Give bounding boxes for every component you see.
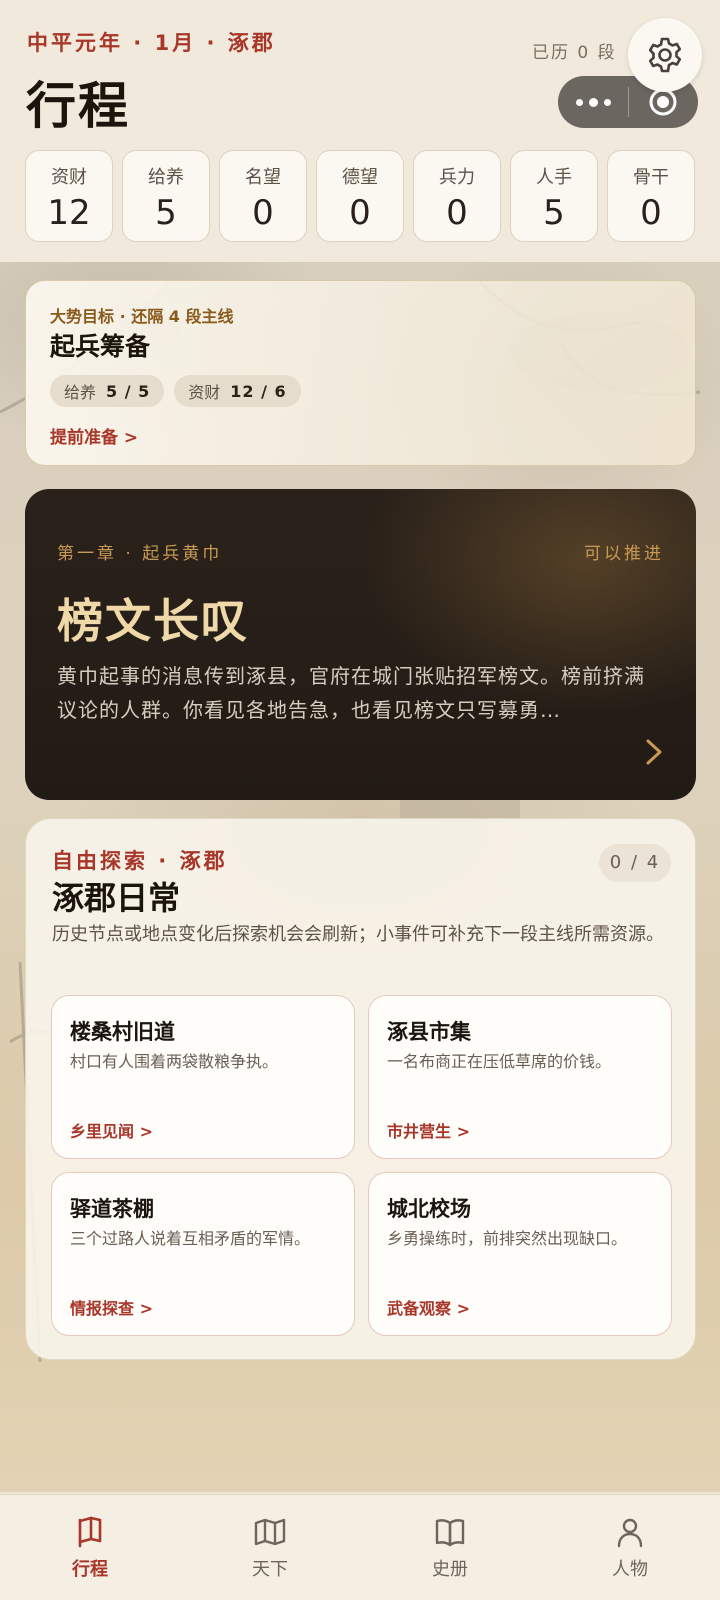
requirement-chip-supplies: 给养 5 / 5 [50, 375, 165, 407]
settings-button[interactable] [628, 18, 702, 92]
more-dot-icon [575, 98, 583, 106]
stat-card-virtue: 德望 0 [316, 150, 404, 242]
more-button[interactable] [558, 76, 628, 128]
goal-title: 起兵筹备 [50, 332, 151, 361]
stat-label: 骨干 [633, 167, 669, 188]
more-dot-icon [603, 98, 611, 106]
spot-link[interactable]: 市井营生 > [387, 1118, 470, 1142]
requirement-label: 资财 [188, 383, 221, 402]
spot-link[interactable]: 情报探查 > [70, 1295, 153, 1319]
spot-card-teahouse[interactable]: 驿道茶棚 三个过路人说着互相矛盾的军情。 情报探查 > [51, 1172, 355, 1336]
stat-value: 0 [252, 193, 274, 233]
explore-counter: 0 / 4 [599, 844, 671, 882]
resource-stats: 资财 12 给养 5 名望 0 德望 0 兵力 0 人手 5 骨干 0 [25, 150, 695, 242]
stat-value: 12 [47, 193, 91, 233]
explore-card: 自由探索 · 涿郡 涿郡日常 0 / 4 历史节点或地点变化后探索机会会刷新；小… [25, 818, 696, 1360]
requirement-value: 5 / 5 [106, 381, 151, 401]
map-icon [254, 1518, 286, 1546]
stat-card-backbone: 骨干 0 [607, 150, 695, 242]
chapter-description: 黄巾起事的消息传到涿县，官府在城门张贴招军榜文。榜前挤满议论的人群。你看见各地告… [57, 664, 645, 722]
spot-name: 驿道茶棚 [70, 1197, 154, 1221]
book-icon [435, 1519, 465, 1547]
spot-text: 村口有人围着两袋散粮争执。 [70, 1052, 279, 1071]
explore-description: 历史节点或地点变化后探索机会会刷新；小事件可补充下一段主线所需资源。 [52, 924, 664, 945]
spot-name: 城北校场 [387, 1197, 471, 1221]
stat-value: 5 [543, 193, 565, 233]
spot-text: 乡勇操练时，前排突然出现缺口。 [387, 1229, 628, 1248]
spot-link[interactable]: 武备观察 > [387, 1295, 470, 1319]
prepare-early-link[interactable]: 提前准备 > [50, 423, 138, 448]
tab-history[interactable]: 史册 [360, 1495, 540, 1600]
stat-label: 德望 [342, 167, 378, 188]
chapter-title: 榜文长叹 [57, 594, 249, 648]
stat-value: 0 [349, 193, 371, 233]
tab-label: 天下 [252, 1559, 288, 1580]
stat-label: 人手 [536, 167, 572, 188]
stat-label: 兵力 [439, 167, 475, 188]
tab-label: 史册 [432, 1559, 468, 1580]
spot-card-lousang[interactable]: 楼桑村旧道 村口有人围着两袋散粮争执。 乡里见闻 > [51, 995, 355, 1159]
requirement-value: 12 / 6 [230, 381, 287, 401]
page-title: 行程 [26, 76, 130, 135]
stat-card-wealth: 资财 12 [25, 150, 113, 242]
stat-card-fame: 名望 0 [219, 150, 307, 242]
chapter-status: 可以推进 [584, 544, 664, 564]
chevron-right-icon[interactable] [642, 737, 666, 767]
tab-world[interactable]: 天下 [180, 1495, 360, 1600]
spot-name: 涿县市集 [387, 1020, 471, 1044]
era-location: 中平元年 · 1月 · 涿郡 [27, 31, 276, 55]
spot-link[interactable]: 乡里见闻 > [70, 1118, 153, 1142]
bottom-tab-bar: 行程 天下 史册 人物 [0, 1494, 720, 1600]
history-count: 已历 0 段 [532, 43, 617, 63]
person-icon [617, 1518, 643, 1548]
explore-crumb: 自由探索 · 涿郡 [52, 849, 228, 873]
gear-icon [648, 37, 682, 73]
stat-card-supplies: 给养 5 [122, 150, 210, 242]
goal-subtitle: 大势目标 · 还隔 4 段主线 [50, 307, 234, 326]
spot-text: 三个过路人说着互相矛盾的军情。 [70, 1229, 311, 1248]
flag-icon [78, 1516, 102, 1548]
app-header: 中平元年 · 1月 · 涿郡 行程 已历 0 段 资财 12 给养 5 名望 0… [0, 0, 720, 262]
stat-value: 0 [640, 193, 662, 233]
stat-value: 5 [155, 193, 177, 233]
stat-card-troops: 兵力 0 [413, 150, 501, 242]
chapter-card[interactable]: 第一章 · 起兵黄巾 可以推进 榜文长叹 黄巾起事的消息传到涿县，官府在城门张贴… [25, 489, 696, 800]
tab-label: 行程 [72, 1559, 108, 1580]
goal-card: 大势目标 · 还隔 4 段主线 起兵筹备 给养 5 / 5 资财 12 / 6 … [25, 280, 696, 466]
spot-name: 楼桑村旧道 [70, 1020, 175, 1044]
stat-card-manpower: 人手 5 [510, 150, 598, 242]
stat-label: 资财 [51, 167, 87, 188]
stat-label: 名望 [245, 167, 281, 188]
tab-itinerary[interactable]: 行程 [0, 1495, 180, 1600]
goal-requirements: 给养 5 / 5 资财 12 / 6 [50, 375, 301, 407]
spot-card-market[interactable]: 涿县市集 一名布商正在压低草席的价钱。 市井营生 > [368, 995, 672, 1159]
tab-label: 人物 [612, 1559, 648, 1580]
requirement-label: 给养 [64, 383, 97, 402]
spot-text: 一名布商正在压低草席的价钱。 [387, 1052, 612, 1071]
stat-label: 给养 [148, 167, 184, 188]
requirement-chip-wealth: 资财 12 / 6 [174, 375, 301, 407]
explore-title: 涿郡日常 [52, 879, 181, 917]
tab-characters[interactable]: 人物 [540, 1495, 720, 1600]
spot-card-drillground[interactable]: 城北校场 乡勇操练时，前排突然出现缺口。 武备观察 > [368, 1172, 672, 1336]
explore-spots: 楼桑村旧道 村口有人围着两袋散粮争执。 乡里见闻 > 涿县市集 一名布商正在压低… [51, 995, 672, 1336]
stat-value: 0 [446, 193, 468, 233]
chapter-crumb: 第一章 · 起兵黄巾 [57, 544, 223, 564]
more-dot-icon [588, 97, 598, 107]
